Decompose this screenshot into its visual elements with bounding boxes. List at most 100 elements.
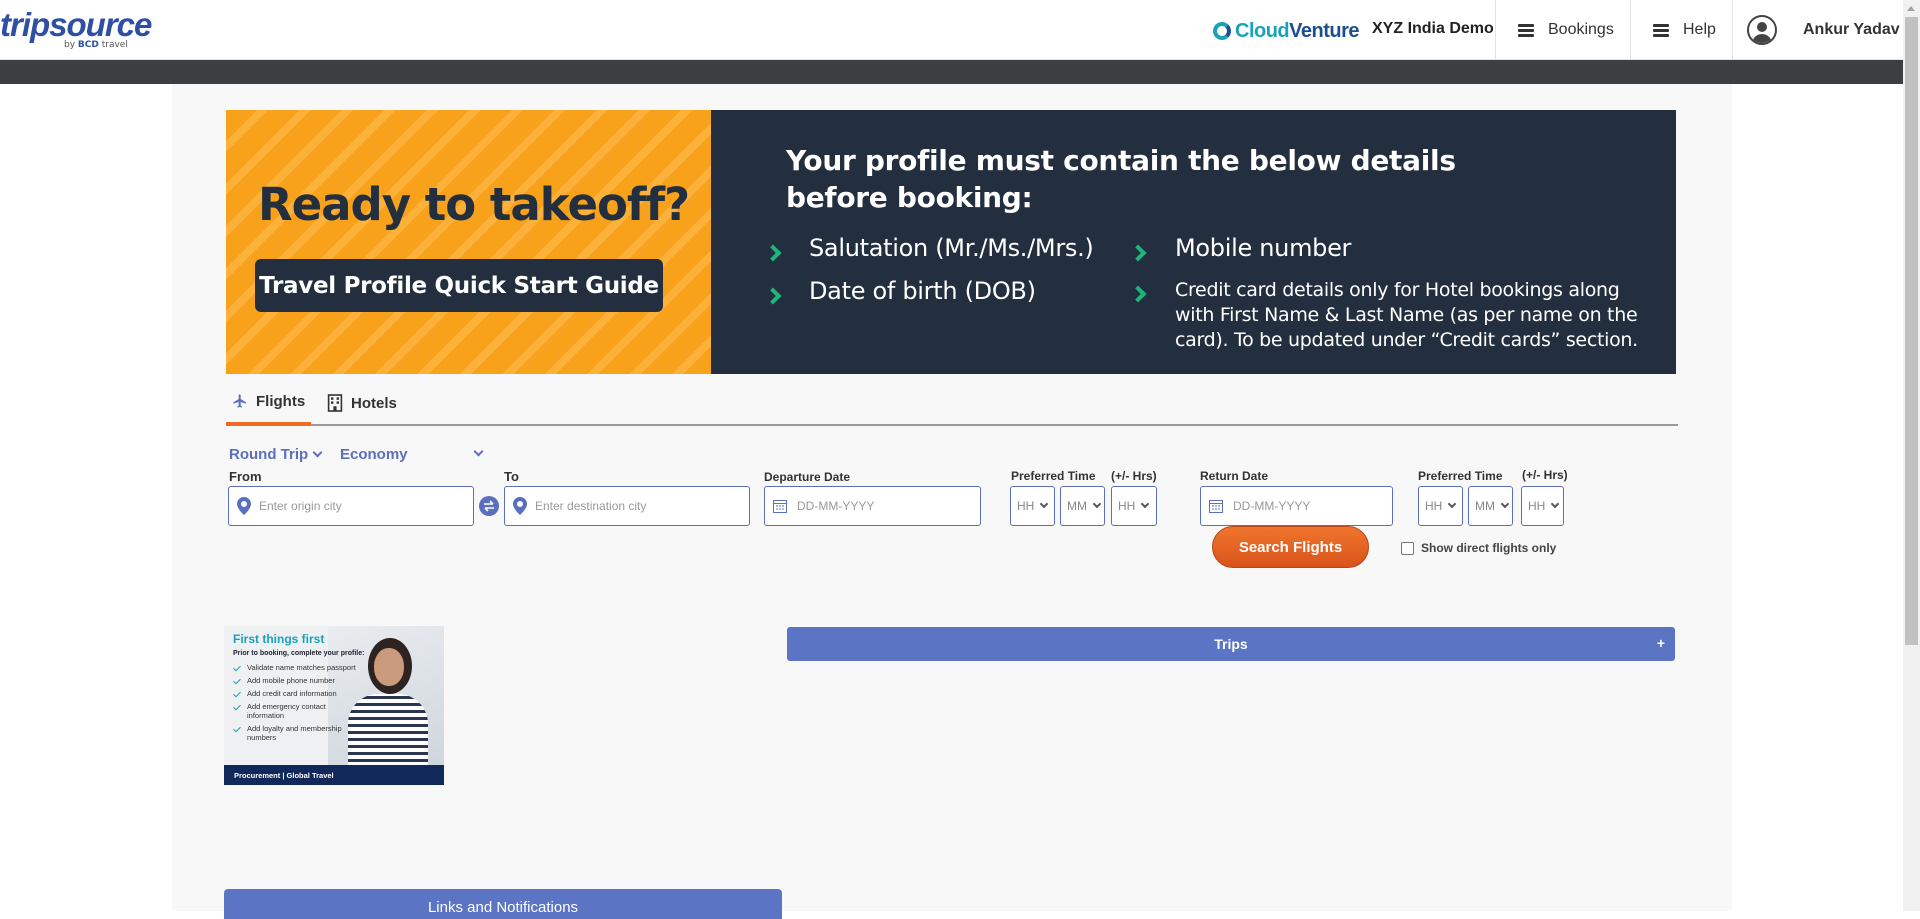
promo-face [374, 648, 404, 686]
first-things-first-promo[interactable]: First things first Prior to booking, com… [224, 626, 444, 785]
preferred-time-label: Preferred Time [1011, 469, 1096, 483]
return-hour-select[interactable]: HH [1418, 486, 1463, 526]
calendar-icon [1209, 500, 1223, 513]
chevron-right-icon [1129, 244, 1147, 262]
chevron-down-icon [312, 447, 323, 458]
banner-left-panel: Ready to takeoff? Travel Profile Quick S… [226, 110, 711, 374]
logo-by: by [64, 40, 76, 50]
trip-type-value: Round Trip [229, 446, 309, 463]
departure-date-label: Departure Date [764, 470, 851, 484]
profile-banner[interactable]: Ready to takeoff? Travel Profile Quick S… [226, 110, 1676, 374]
trip-type-select[interactable]: Round Trip [229, 446, 323, 463]
departure-range-select[interactable]: HH [1111, 486, 1157, 526]
promo-item: Validate name matches passport [233, 663, 363, 672]
chevron-right-icon [764, 244, 782, 262]
cloudventure-logo: CloudVenture [1213, 20, 1360, 42]
booking-tabs: Flights Hotels [226, 380, 1678, 426]
return-date-input[interactable]: DD-MM-YYYY [1200, 486, 1393, 526]
chevron-down-icon [1551, 499, 1560, 509]
plane-icon [233, 394, 246, 408]
quick-start-guide-button[interactable]: Travel Profile Quick Start Guide [255, 259, 663, 312]
tab-hotels-label: Hotels [351, 394, 397, 412]
tab-flights[interactable]: Flights [226, 380, 312, 426]
departure-date-input[interactable]: DD-MM-YYYY [764, 486, 981, 526]
help-label: Help [1683, 21, 1716, 38]
location-pin-icon [237, 497, 251, 515]
hrs-range-label: (+/- Hrs) [1111, 469, 1157, 483]
trips-panel-header[interactable]: Trips + [787, 627, 1675, 661]
departure-hour-select[interactable]: HH [1010, 486, 1055, 526]
chevron-down-icon [473, 446, 484, 457]
return-range-select[interactable]: HH [1521, 486, 1564, 526]
links-notifications-header[interactable]: Links and Notifications [224, 889, 782, 919]
user-name: Ankur Yadav [1803, 21, 1900, 38]
banner-item-mobile: Mobile number [1175, 234, 1352, 262]
promo-subtitle: Prior to booking, complete your profile: [233, 650, 365, 657]
destination-city-input[interactable]: Enter destination city [504, 486, 750, 526]
return-date-label: Return Date [1200, 469, 1269, 483]
company-name: XYZ India Demo [1372, 20, 1494, 37]
tab-hotels[interactable]: Hotels [327, 380, 397, 426]
promo-checklist: Validate name matches passport Add mobil… [233, 663, 363, 746]
chevron-down-icon [1500, 499, 1510, 509]
banner-heading: Your profile must contain the below deta… [786, 144, 1456, 214]
chevron-right-icon [1129, 285, 1147, 303]
logo-travel: travel [101, 40, 128, 50]
cabin-class-value: Economy [340, 446, 408, 463]
banner-item-credit-card: Credit card details only for Hotel booki… [1175, 279, 1638, 351]
banner-right-panel: Your profile must contain the below deta… [711, 110, 1676, 374]
departure-minute-select[interactable]: MM [1060, 486, 1105, 526]
return-range-value: HH [1528, 499, 1546, 513]
promo-item: Add mobile phone number [233, 676, 363, 685]
return-hrs-range-label: (+/- Hrs) [1522, 468, 1568, 482]
tripsource-logo[interactable]: tripsource by BCD travel [0, 6, 152, 54]
help-menu[interactable]: Help [1630, 0, 1732, 60]
bookings-menu[interactable]: Bookings [1495, 0, 1630, 60]
departure-minute-value: MM [1067, 499, 1087, 513]
links-label: Links and Notifications [427, 899, 579, 916]
building-icon [327, 394, 343, 412]
from-label: From [229, 469, 262, 484]
banner-title: Ready to takeoff? [258, 178, 690, 231]
scroll-up-arrow[interactable] [1903, 0, 1920, 17]
hamburger-icon [1518, 23, 1534, 37]
departure-date-placeholder: DD-MM-YYYY [797, 499, 875, 513]
departure-hour-value: HH [1017, 499, 1035, 513]
expand-plus-icon[interactable]: + [1657, 635, 1665, 651]
banner-item-salutation: Salutation (Mr./Ms./Mrs.) [809, 234, 1094, 262]
direct-flights-checkbox[interactable] [1401, 542, 1414, 555]
origin-placeholder: Enter origin city [259, 499, 342, 513]
swap-cities-button[interactable] [479, 496, 499, 516]
departure-range-value: HH [1118, 499, 1136, 513]
origin-city-input[interactable]: Enter origin city [228, 486, 474, 526]
promo-title: First things first [233, 632, 325, 646]
search-flights-button[interactable]: Search Flights [1212, 526, 1369, 568]
swap-icon [484, 500, 494, 512]
destination-placeholder: Enter destination city [535, 499, 647, 513]
return-preferred-time-label: Preferred Time [1418, 469, 1503, 483]
cabin-class-select[interactable]: Economy [340, 446, 484, 463]
user-menu[interactable]: Ankur Yadav [1732, 0, 1903, 60]
chevron-down-icon [1448, 499, 1457, 509]
user-avatar-icon [1747, 15, 1777, 45]
hamburger-icon [1653, 23, 1669, 37]
chevron-right-icon [764, 287, 782, 305]
chevron-down-icon [1040, 499, 1049, 509]
to-label: To [504, 469, 519, 484]
return-minute-select[interactable]: MM [1468, 486, 1513, 526]
banner-item-dob: Date of birth (DOB) [809, 277, 1036, 305]
location-pin-icon [513, 497, 527, 515]
top-navbar: tripsource by BCD travel CloudVenture XY… [0, 0, 1903, 60]
trips-label: Trips [1214, 636, 1248, 652]
promo-item: Add credit card information [233, 689, 363, 698]
direct-flights-label[interactable]: Show direct flights only [1421, 541, 1556, 555]
return-minute-value: MM [1475, 499, 1495, 513]
scrollbar-thumb[interactable] [1905, 17, 1918, 645]
chevron-down-icon [1141, 499, 1150, 509]
promo-item: Add emergency contact information [233, 702, 363, 720]
logo-brand: BCD [77, 40, 99, 50]
promo-footer: Procurement | Global Travel [224, 765, 444, 785]
logo-wordmark: tripsource [0, 6, 152, 43]
sub-header-bar [0, 60, 1903, 84]
return-date-placeholder: DD-MM-YYYY [1233, 499, 1311, 513]
